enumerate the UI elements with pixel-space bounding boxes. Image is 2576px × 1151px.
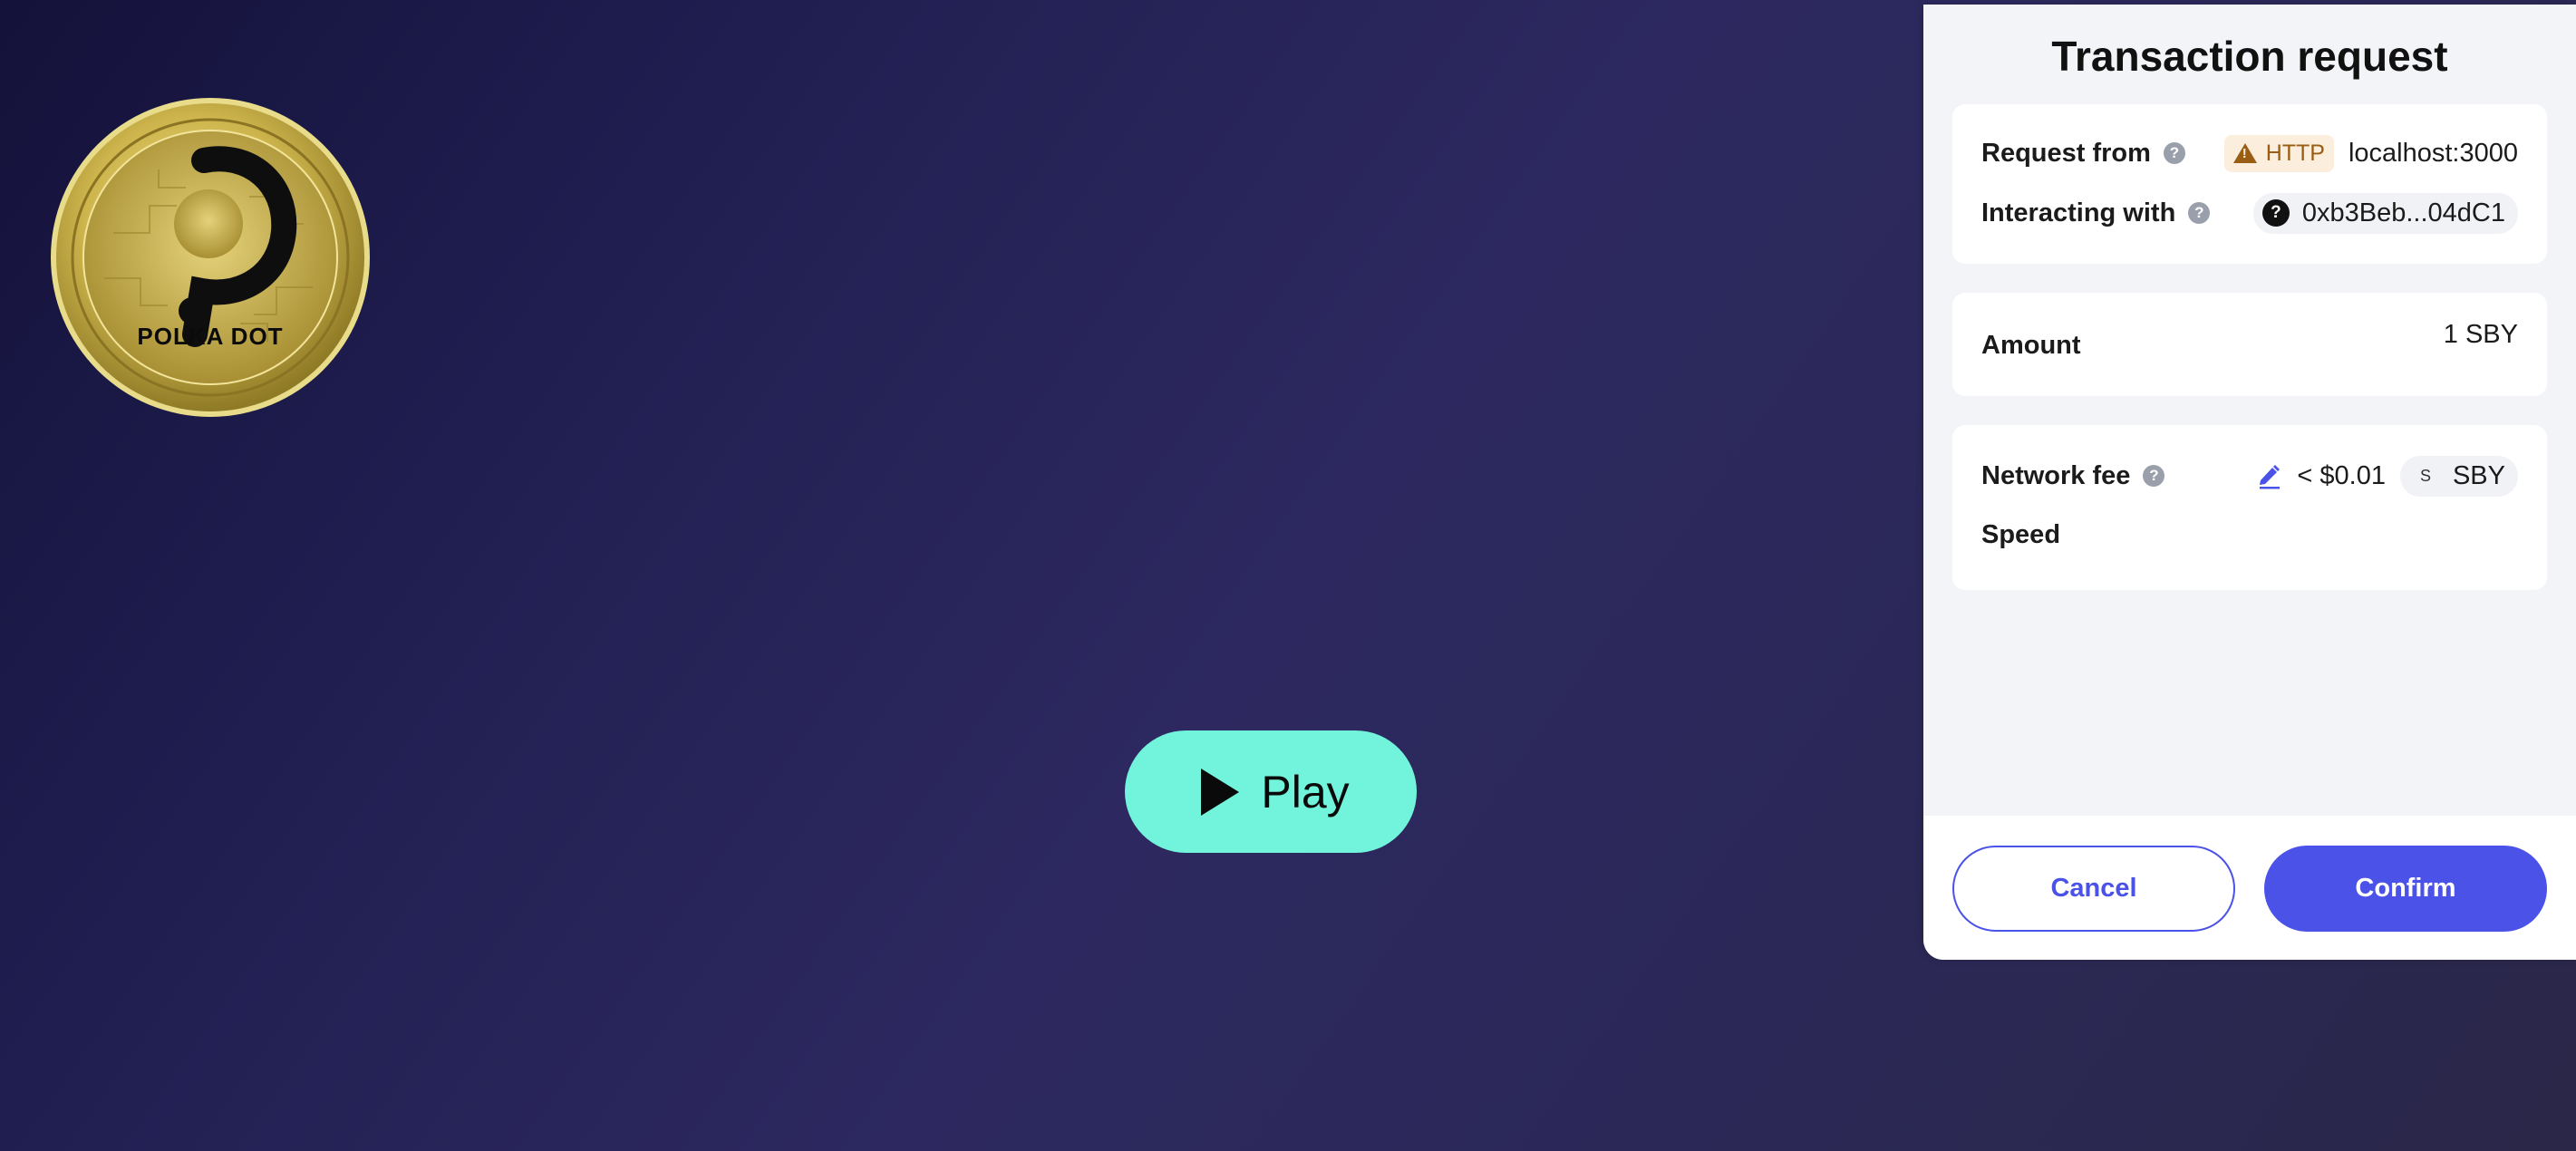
play-button[interactable]: Play <box>1125 730 1417 853</box>
info-icon[interactable]: ? <box>2143 465 2165 487</box>
polkadot-coin-logo: POLKA DOT <box>50 97 371 418</box>
panel-footer: Cancel Confirm <box>1923 816 2576 960</box>
speed-label: Speed <box>1981 519 2061 549</box>
cancel-button[interactable]: Cancel <box>1952 846 2235 932</box>
request-from-label-group: Request from ? <box>1981 139 2185 169</box>
http-warning-badge[interactable]: HTTP <box>2223 134 2334 172</box>
contract-address: 0xb3Beb...04dC1 <box>2301 198 2505 227</box>
unknown-contract-icon: ? <box>2261 199 2290 227</box>
play-label: Play <box>1261 766 1350 817</box>
http-badge-label: HTTP <box>2265 140 2325 166</box>
fee-token-symbol: SBY <box>2452 460 2505 490</box>
amount-label: Amount <box>1981 331 2081 360</box>
panel-title: Transaction request <box>2051 33 2448 80</box>
sby-token-icon: S <box>2412 463 2438 488</box>
network-fee-row: Network fee ? < $0.01 S SBY <box>1981 454 2518 498</box>
fee-token-pill[interactable]: S SBY <box>2399 455 2518 497</box>
interacting-with-label-group: Interacting with ? <box>1981 198 2211 228</box>
network-fee-card: Network fee ? < $0.01 S SBY Speed <box>1952 425 2547 590</box>
amount-row: Amount 1 SBY <box>1981 320 2518 365</box>
info-icon[interactable]: ? <box>2188 202 2211 224</box>
pencil-graphic <box>2260 465 2281 489</box>
coin-label: POLKA DOT <box>137 323 284 350</box>
request-host: localhost:3000 <box>2348 138 2518 168</box>
request-from-label: Request from <box>1981 138 2151 168</box>
interacting-with-value: ? 0xb3Beb...04dC1 <box>2252 192 2518 234</box>
warning-icon <box>2232 143 2257 163</box>
contract-address-pill[interactable]: ? 0xb3Beb...04dC1 <box>2252 192 2518 234</box>
amount-card: Amount 1 SBY <box>1952 293 2547 396</box>
edit-fee-pencil-icon[interactable] <box>2257 462 2282 489</box>
coin-graphic <box>51 98 370 417</box>
play-triangle-icon <box>1201 768 1240 816</box>
speed-row: Speed <box>1981 516 2518 554</box>
transaction-request-panel: Transaction request Request from ? HTTP … <box>1923 5 2576 960</box>
interacting-with-row: Interacting with ? ? 0xb3Beb...04dC1 <box>1981 191 2518 235</box>
game-page: POLKA DOT Play Transaction request Reque… <box>0 0 2576 1151</box>
network-fee-label-group: Network fee ? <box>1981 460 2165 491</box>
info-icon[interactable]: ? <box>2163 142 2185 164</box>
request-from-row: Request from ? HTTP localhost:3000 <box>1981 133 2518 173</box>
request-from-value: HTTP localhost:3000 <box>2223 134 2518 172</box>
network-fee-label: Network fee <box>1981 460 2131 490</box>
network-fee-amount: < $0.01 <box>2297 460 2386 490</box>
confirm-button[interactable]: Confirm <box>2264 846 2547 932</box>
interacting-with-label: Interacting with <box>1981 198 2176 227</box>
origin-card: Request from ? HTTP localhost:3000 Inter… <box>1952 104 2547 264</box>
amount-value: 1 SBY <box>2443 320 2518 349</box>
network-fee-value: < $0.01 S SBY <box>2257 455 2518 497</box>
